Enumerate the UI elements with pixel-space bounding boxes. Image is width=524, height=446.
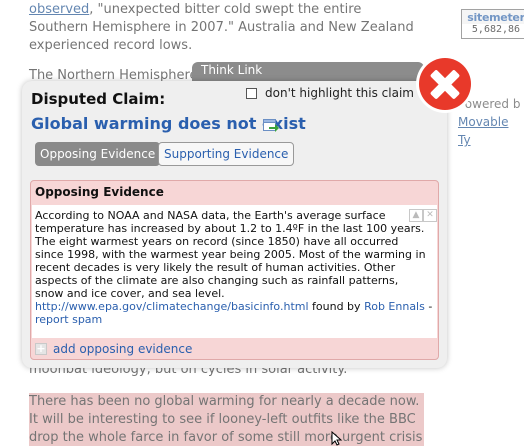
vote-up-icon[interactable]: ▲ [409, 209, 423, 222]
popup-titlebar[interactable]: Think Link [192, 62, 424, 81]
meta-dash: - [428, 300, 433, 313]
add-opposing-evidence-link[interactable]: + add opposing evidence [35, 342, 192, 356]
found-by-label: found by [312, 300, 361, 313]
opposing-evidence-panel: Opposing Evidence According to NOAA and … [30, 180, 439, 360]
evidence-meta: http://www.epa.gov/climatechange/basicin… [35, 300, 434, 326]
dont-highlight-toggle[interactable]: don't highlight this claim [246, 86, 414, 100]
think-link-popup: Disputed Claim: don't highlight this cla… [22, 81, 447, 368]
evidence-item: According to NOAA and NASA data, the Ear… [32, 205, 437, 338]
close-button[interactable] [416, 55, 474, 113]
mouse-cursor-icon [331, 431, 343, 446]
external-link-icon[interactable] [263, 117, 280, 132]
evidence-header: Opposing Evidence [35, 185, 164, 199]
plus-icon: + [35, 342, 47, 355]
add-evidence-label: add opposing evidence [53, 342, 193, 356]
tab-opposing-evidence[interactable]: Opposing Evidence [35, 142, 161, 166]
found-by-user-link[interactable]: Rob Ennals [364, 300, 425, 313]
evidence-text: According to NOAA and NASA data, the Ear… [35, 209, 426, 300]
tab-supporting-evidence[interactable]: Supporting Evidence [158, 142, 295, 166]
disputed-claim-label: Disputed Claim: [31, 90, 166, 108]
vote-x-icon[interactable]: ✕ [423, 209, 437, 222]
dont-highlight-label: don't highlight this claim [265, 86, 414, 100]
report-spam-link[interactable]: report spam [35, 313, 102, 326]
evidence-source-link[interactable]: http://www.epa.gov/climatechange/basicin… [35, 300, 309, 313]
dont-highlight-checkbox[interactable] [246, 87, 257, 99]
close-icon[interactable] [419, 58, 471, 110]
